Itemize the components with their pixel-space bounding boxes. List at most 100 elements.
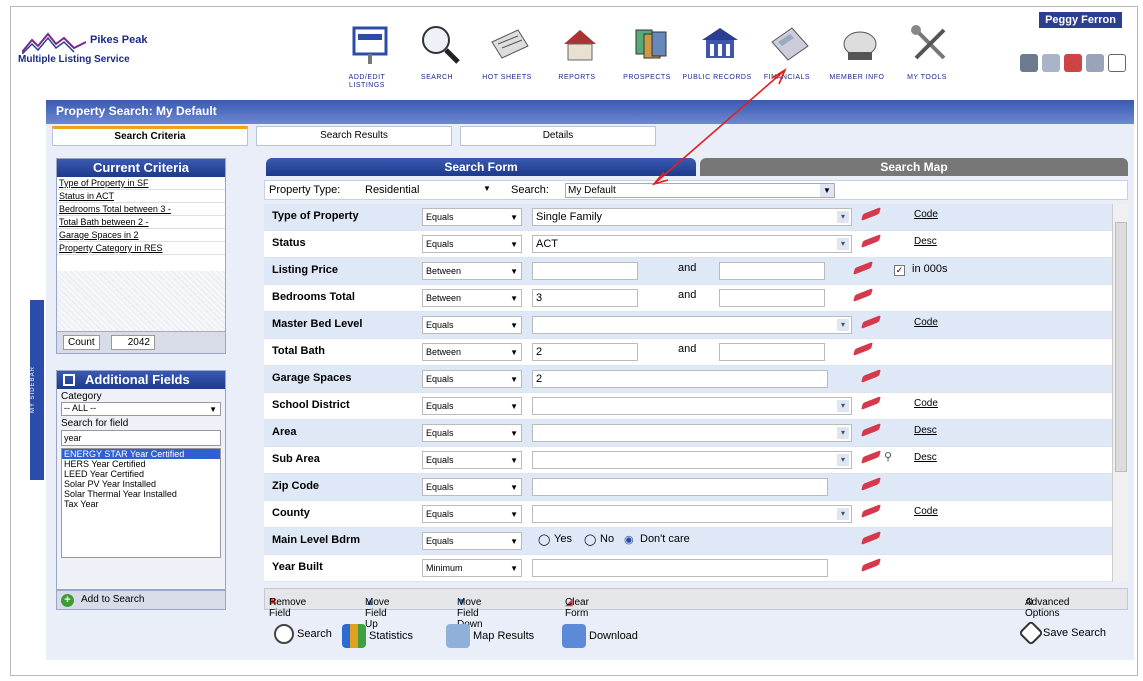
tab-search-form[interactable]: Search Form bbox=[266, 158, 696, 176]
eraser-icon[interactable] bbox=[861, 234, 881, 248]
nav-add-edit-listings[interactable]: ADD/EDIT LISTINGS bbox=[332, 8, 402, 96]
criteria-item[interactable]: Property Category in RES bbox=[57, 242, 225, 255]
nav-member-info[interactable]: MEMBER INFO bbox=[822, 8, 892, 96]
max-value-input[interactable] bbox=[719, 289, 825, 307]
eraser-icon[interactable] bbox=[861, 531, 881, 545]
eraser-icon[interactable] bbox=[861, 477, 881, 491]
operator-select[interactable]: Equals ▼ bbox=[422, 316, 522, 334]
radio-no[interactable]: ◯ bbox=[584, 533, 596, 546]
nav-financials[interactable]: FINANCIALS bbox=[752, 8, 822, 96]
form-scrollbar[interactable] bbox=[1112, 204, 1128, 582]
eraser-icon[interactable] bbox=[853, 288, 873, 302]
map-results-button[interactable]: Map Results bbox=[446, 624, 534, 648]
value-select[interactable]: ▾ bbox=[532, 424, 852, 442]
value-select[interactable]: Single Family ▾ bbox=[532, 208, 852, 226]
min-value-input[interactable]: 2 bbox=[532, 343, 638, 361]
tag-icon[interactable] bbox=[1086, 54, 1104, 72]
value-select[interactable]: ACT ▾ bbox=[532, 235, 852, 253]
operator-select[interactable]: Equals ▼ bbox=[422, 370, 522, 388]
nav-public-records[interactable]: PUBLIC RECORDS bbox=[682, 8, 752, 96]
nav-search[interactable]: SEARCH bbox=[402, 8, 472, 96]
download-button[interactable]: Download bbox=[562, 624, 638, 648]
count-button[interactable]: Count bbox=[63, 335, 100, 350]
eraser-icon[interactable] bbox=[861, 423, 881, 437]
desc-link[interactable]: Desc bbox=[914, 425, 937, 436]
nav-reports[interactable]: REPORTS bbox=[542, 8, 612, 96]
min-value-input[interactable]: 3 bbox=[532, 289, 638, 307]
phone-icon[interactable] bbox=[1064, 54, 1082, 72]
eraser-icon[interactable] bbox=[861, 315, 881, 329]
list-item[interactable]: HERS Year Certified bbox=[62, 459, 220, 469]
minimize-icon[interactable] bbox=[1108, 54, 1126, 72]
radio-dont-care[interactable]: ◉ bbox=[624, 533, 634, 546]
mail-icon[interactable] bbox=[1042, 54, 1060, 72]
list-item[interactable]: Solar PV Year Installed bbox=[62, 479, 220, 489]
tab-search-results[interactable]: Search Results bbox=[256, 126, 452, 146]
statistics-button[interactable]: Statistics bbox=[342, 624, 413, 648]
tab-search-map[interactable]: Search Map bbox=[700, 158, 1128, 176]
radio-yes[interactable]: ◯ bbox=[538, 533, 550, 546]
operator-select[interactable]: Equals ▼ bbox=[422, 532, 522, 550]
lookup-icon[interactable]: ⚲ bbox=[884, 450, 892, 463]
criteria-item[interactable]: Total Bath between 2 - bbox=[57, 216, 225, 229]
save-search-button[interactable]: Save Search bbox=[1018, 620, 1106, 646]
operator-select[interactable]: Equals ▼ bbox=[422, 451, 522, 469]
field-results-list[interactable]: ENERGY STAR Year Certified HERS Year Cer… bbox=[61, 448, 221, 558]
in-000s-checkbox[interactable]: ✓ bbox=[894, 265, 905, 276]
pikes-peak-logo[interactable]: Pikes Peak Multiple Listing Service bbox=[18, 24, 178, 84]
value-input[interactable] bbox=[532, 478, 828, 496]
operator-select[interactable]: Between ▼ bbox=[422, 343, 522, 361]
criteria-item[interactable]: Bedrooms Total between 3 - bbox=[57, 203, 225, 216]
min-value-input[interactable] bbox=[532, 262, 638, 280]
eraser-icon[interactable] bbox=[861, 396, 881, 410]
list-item[interactable]: Solar Thermal Year Installed bbox=[62, 489, 220, 499]
criteria-item[interactable]: Status in ACT bbox=[57, 190, 225, 203]
operator-select[interactable]: Equals ▼ bbox=[422, 478, 522, 496]
operator-select[interactable]: Equals ▼ bbox=[422, 208, 522, 226]
operator-select[interactable]: Equals ▼ bbox=[422, 505, 522, 523]
nav-prospects[interactable]: PROSPECTS bbox=[612, 8, 682, 96]
value-select[interactable]: ▾ bbox=[532, 397, 852, 415]
desc-link[interactable]: Desc bbox=[914, 452, 937, 463]
tab-search-criteria[interactable]: Search Criteria bbox=[52, 126, 248, 146]
scrollbar-thumb[interactable] bbox=[1115, 222, 1127, 472]
value-select[interactable]: ▾ bbox=[532, 505, 852, 523]
chevron-down-icon[interactable]: ▼ bbox=[483, 184, 491, 193]
max-value-input[interactable] bbox=[719, 343, 825, 361]
eraser-icon[interactable] bbox=[853, 342, 873, 356]
operator-select[interactable]: Between ▼ bbox=[422, 262, 522, 280]
my-sidebar-toggle[interactable]: MY SIDEBAR bbox=[30, 300, 44, 480]
max-value-input[interactable] bbox=[719, 262, 825, 280]
operator-select[interactable]: Equals ▼ bbox=[422, 235, 522, 253]
nav-my-tools[interactable]: MY TOOLS bbox=[892, 8, 962, 96]
code-link[interactable]: Code bbox=[914, 317, 938, 328]
property-type-select[interactable]: Residential bbox=[365, 184, 419, 196]
eraser-icon[interactable] bbox=[861, 450, 881, 464]
category-select[interactable]: -- ALL -- ▼ bbox=[61, 402, 221, 416]
search-field-input[interactable]: year bbox=[61, 430, 221, 446]
eraser-icon[interactable] bbox=[861, 504, 881, 518]
eraser-icon[interactable] bbox=[861, 207, 881, 221]
collapse-icon[interactable] bbox=[63, 374, 75, 386]
saved-search-select[interactable]: My Default ▼ bbox=[565, 183, 835, 198]
eraser-icon[interactable] bbox=[861, 369, 881, 383]
desc-link[interactable]: Desc bbox=[914, 236, 937, 247]
value-input[interactable] bbox=[532, 559, 828, 577]
code-link[interactable]: Code bbox=[914, 398, 938, 409]
user-name[interactable]: Peggy Ferron bbox=[1039, 12, 1122, 28]
search-button[interactable]: Search bbox=[274, 624, 332, 644]
value-input[interactable]: 2 bbox=[532, 370, 828, 388]
operator-select[interactable]: Equals ▼ bbox=[422, 424, 522, 442]
operator-select[interactable]: Between ▼ bbox=[422, 289, 522, 307]
list-item[interactable]: LEED Year Certified bbox=[62, 469, 220, 479]
eraser-icon[interactable] bbox=[861, 558, 881, 572]
additional-fields-header[interactable]: Additional Fields bbox=[57, 371, 225, 389]
value-select[interactable]: ▾ bbox=[532, 451, 852, 469]
criteria-item[interactable]: Type of Property in SF bbox=[57, 177, 225, 190]
operator-select[interactable]: Equals ▼ bbox=[422, 397, 522, 415]
operator-select[interactable]: Minimum ▼ bbox=[422, 559, 522, 577]
eraser-icon[interactable] bbox=[853, 261, 873, 275]
add-to-search-button[interactable]: + Add to Search bbox=[56, 590, 226, 610]
code-link[interactable]: Code bbox=[914, 506, 938, 517]
list-item[interactable]: Tax Year bbox=[62, 499, 220, 509]
